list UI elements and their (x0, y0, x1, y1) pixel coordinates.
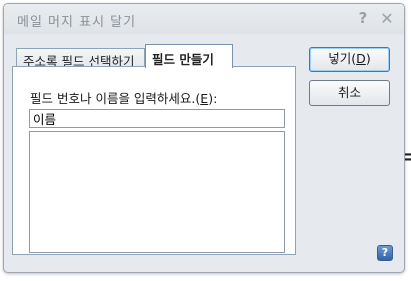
question-help-icon[interactable]: ? (377, 245, 393, 261)
close-icon[interactable]: ✕ (379, 9, 395, 28)
tab-create-field[interactable]: 필드 만들기 (145, 44, 233, 68)
field-list-box[interactable] (29, 131, 285, 253)
title-bar: 메일 머지 표시 달기 ? ✕ (4, 4, 404, 34)
dialog-title: 메일 머지 표시 달기 (17, 15, 137, 30)
insert-button[interactable]: 넣기(D) (309, 47, 390, 72)
field-input-label: 필드 번호나 이름을 입력하세요.(E): (30, 91, 218, 106)
field-name-input[interactable] (29, 109, 285, 128)
cancel-button[interactable]: 취소 (309, 80, 390, 106)
tab-address-book-field[interactable]: 주소록 필드 선택하기 (16, 48, 145, 69)
help-icon[interactable]: ? (356, 9, 370, 27)
